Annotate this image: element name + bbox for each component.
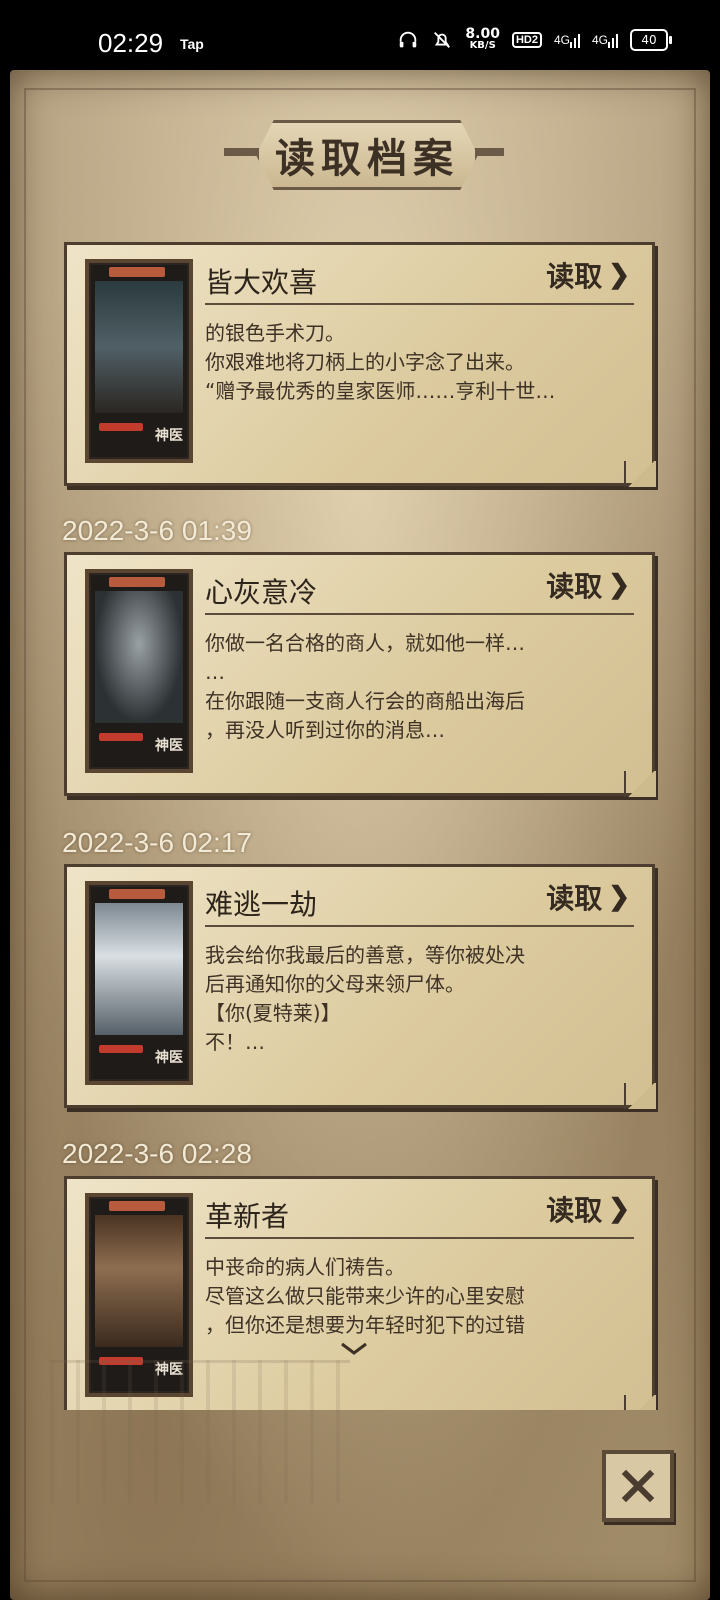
- read-button[interactable]: 读取 ❯: [546, 1189, 630, 1229]
- save-excerpt: 中丧命的病人们祷告。 尽管这么做只能带来少许的心里安慰 ，但你还是想要为年轻时犯…: [205, 1255, 525, 1337]
- chevron-right-icon: ❯: [608, 570, 630, 600]
- thumb-button-mark: [99, 1045, 143, 1053]
- signal-4g-icon-2: 4G: [592, 32, 618, 48]
- headphones-icon: [397, 29, 419, 51]
- chevron-right-icon: ❯: [608, 260, 630, 290]
- save-card-1[interactable]: 神医 皆大欢喜 读取 ❯ 的银色手术刀。 你艰难地将刀柄上的小字念了出来。 “赠…: [64, 242, 656, 487]
- save-date: 2022-3-6 02:28: [62, 1138, 252, 1169]
- read-label: 读取: [546, 570, 603, 603]
- status-notice: Tap: [180, 36, 204, 52]
- thumb-button-mark: [99, 733, 143, 741]
- save-title: 难逃一劫: [205, 888, 318, 921]
- save-card-2[interactable]: 神医 心灰意冷 读取 ❯ 你做一名合格的商人，就如他一样… … 在你跟随一支商人…: [64, 552, 656, 797]
- save-date: 2022-3-6 02:17: [62, 827, 252, 858]
- game-logo: 神医: [155, 738, 183, 754]
- battery-icon: 40: [630, 29, 672, 51]
- chevron-right-icon: ❯: [608, 882, 630, 912]
- save-title: 心灰意冷: [205, 576, 318, 609]
- status-time: 02:29: [98, 28, 164, 58]
- divider: [205, 1237, 634, 1239]
- divider: [205, 925, 634, 927]
- save-thumbnail: 神医: [85, 259, 193, 463]
- read-label: 读取: [546, 882, 603, 915]
- save-date: 2022-3-6 01:39: [62, 515, 252, 546]
- thumb-tag: [109, 889, 165, 899]
- signal-4g-icon-1: 4G: [554, 32, 580, 48]
- thumbnail-scene: [95, 591, 183, 723]
- chevron-right-icon: ❯: [608, 1194, 630, 1224]
- save-thumbnail: 神医: [85, 881, 193, 1085]
- save-excerpt: 的银色手术刀。 你艰难地将刀柄上的小字念了出来。 “赠予最优秀的皇家医师……亨利…: [205, 321, 556, 403]
- speed-value: 8.00: [465, 26, 500, 42]
- network-type-2: 4G: [591, 33, 608, 47]
- thumbnail-scene: [95, 1215, 183, 1347]
- status-icons: 8.00 KB/S HD2 4G 4G 40: [397, 26, 672, 52]
- close-icon: [621, 1469, 655, 1503]
- status-bar: 02:29 Tap 8.00 KB/S HD2 4G 4G 40: [0, 0, 720, 70]
- save-list[interactable]: 神医 皆大欢喜 读取 ❯ 的银色手术刀。 你艰难地将刀柄上的小字念了出来。 “赠…: [10, 230, 710, 1410]
- save-excerpt: 你做一名合格的商人，就如他一样… … 在你跟随一支商人行会的商船出海后 ，再没人…: [205, 631, 525, 742]
- read-label: 读取: [546, 260, 603, 293]
- thumb-tag: [109, 577, 165, 587]
- background-building-illustration: [50, 1360, 350, 1503]
- divider: [205, 303, 634, 305]
- read-button[interactable]: 读取 ❯: [546, 877, 630, 917]
- game-logo: 神医: [155, 1050, 183, 1066]
- network-type-1: 4G: [553, 33, 570, 47]
- thumb-button-mark: [99, 423, 143, 431]
- thumbnail-scene: [95, 903, 183, 1035]
- read-label: 读取: [546, 1194, 603, 1227]
- save-excerpt: 我会给你我最后的善意，等你被处决 后再通知你的父母来领尸体。 【你(夏特莱)】 …: [205, 943, 525, 1054]
- battery-level: 40: [641, 33, 657, 47]
- network-speed: 8.00 KB/S: [465, 26, 500, 52]
- save-title: 皆大欢喜: [205, 266, 318, 299]
- close-button[interactable]: [602, 1450, 674, 1522]
- speed-unit: KB/S: [469, 40, 496, 51]
- game-logo: 神医: [155, 428, 183, 444]
- thumb-tag: [109, 267, 165, 277]
- save-title: 革新者: [205, 1200, 290, 1233]
- read-button[interactable]: 读取 ❯: [546, 255, 630, 295]
- mute-bell-icon: [431, 29, 453, 51]
- page-title: 读取档案: [275, 135, 459, 182]
- read-button[interactable]: 读取 ❯: [546, 565, 630, 605]
- hd-voice-icon: HD2: [511, 32, 542, 48]
- save-thumbnail: 神医: [85, 569, 193, 773]
- thumbnail-scene: [95, 281, 183, 413]
- title-plaque: 读取档案: [256, 120, 478, 190]
- save-card-3[interactable]: 神医 难逃一劫 读取 ❯ 我会给你我最后的善意，等你被处决 后再通知你的父母来领…: [64, 864, 656, 1109]
- divider: [205, 613, 634, 615]
- save-archive-panel: 读取档案 神医 皆大欢喜 读取 ❯ 的银色手术刀。 你艰难地将刀柄上的小字念了出…: [10, 70, 710, 1600]
- thumb-tag: [109, 1201, 165, 1211]
